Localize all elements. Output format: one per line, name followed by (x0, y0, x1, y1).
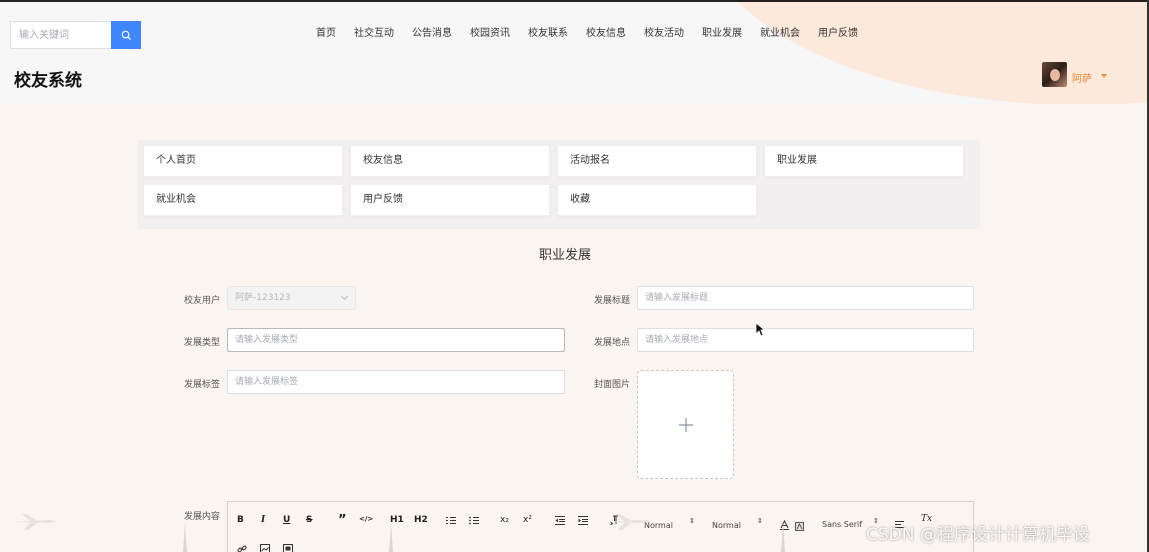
menu-item-profile-home[interactable]: 个人首页 (143, 145, 343, 177)
main-nav: 首页 社交互动 公告消息 校园资讯 校友联系 校友信息 校友活动 职业发展 就业… (316, 24, 876, 40)
header-select[interactable]: Normal (712, 521, 741, 530)
ordered-list-icon[interactable] (446, 516, 456, 525)
tag-input-placeholder: 请输入发展标签 (235, 377, 299, 387)
mouse-cursor-icon (755, 322, 765, 337)
chevron-down-icon[interactable] (1101, 74, 1107, 78)
content-label: 发展内容 (183, 512, 220, 522)
type-label: 发展类型 (183, 338, 220, 348)
title-input[interactable]: 请输入发展标题 (637, 286, 974, 310)
underline-button[interactable]: U (283, 515, 290, 525)
strike-button[interactable]: S (306, 515, 312, 525)
nav-item-career[interactable]: 职业发展 (702, 24, 742, 40)
indent-icon[interactable] (578, 516, 588, 525)
nav-item-feedback[interactable]: 用户反馈 (818, 24, 858, 40)
user-label: 校友用户 (183, 296, 220, 306)
font-size-arrows-icon[interactable]: ⇕ (689, 517, 695, 525)
subscript-button[interactable]: x₂ (500, 515, 509, 525)
top-header (0, 0, 1149, 104)
title-label: 发展标题 (593, 296, 630, 306)
header-arrows-icon[interactable]: ⇕ (757, 517, 763, 525)
italic-button[interactable]: I (261, 515, 265, 525)
superscript-button[interactable]: x² (523, 515, 532, 525)
background-color-icon[interactable] (795, 522, 804, 531)
nav-item-alumni-info[interactable]: 校友信息 (586, 24, 626, 40)
avatar[interactable] (1042, 62, 1067, 87)
user-select-value: 阿萨-123123 (235, 293, 291, 303)
menu-item-jobs[interactable]: 就业机会 (143, 184, 343, 216)
location-input[interactable]: 请输入发展地点 (637, 328, 974, 352)
menu-item-career[interactable]: 职业发展 (764, 145, 964, 177)
user-select: 阿萨-123123 (227, 286, 356, 310)
airplane-decoration-icon (606, 514, 650, 530)
menu-item-activity-signup[interactable]: 活动报名 (557, 145, 757, 177)
link-icon[interactable] (237, 544, 247, 552)
user-name[interactable]: 阿萨 (1072, 70, 1092, 85)
watermark: CSDN @程序设计计算机毕设 (866, 525, 1090, 545)
search-input[interactable] (10, 21, 112, 49)
tower-decoration-icon (781, 522, 785, 552)
blockquote-button[interactable]: ” (338, 513, 347, 528)
nav-item-notices[interactable]: 公告消息 (412, 24, 452, 40)
header-decoration (700, 0, 1149, 104)
user-menu-panel: 个人首页 校友信息 活动报名 职业发展 就业机会 用户反馈 收藏 (138, 140, 980, 229)
tag-input[interactable]: 请输入发展标签 (227, 370, 565, 394)
location-input-placeholder: 请输入发展地点 (645, 335, 709, 345)
tower-decoration-icon (183, 522, 187, 552)
page-title: 职业发展 (538, 248, 591, 263)
location-label: 发展地点 (593, 338, 630, 348)
image-icon[interactable] (260, 544, 270, 552)
type-input-placeholder: 请输入发展类型 (235, 335, 299, 345)
plus-icon (678, 417, 693, 432)
tag-label: 发展标签 (183, 380, 220, 390)
select-arrow-icon (340, 292, 349, 301)
site-title: 校友系统 (14, 71, 82, 91)
menu-item-alumni-info[interactable]: 校友信息 (350, 145, 550, 177)
search-button[interactable] (111, 21, 141, 49)
bullet-list-icon[interactable] (469, 516, 479, 525)
menu-item-feedback[interactable]: 用户反馈 (350, 184, 550, 216)
nav-item-jobs[interactable]: 就业机会 (760, 24, 800, 40)
title-input-placeholder: 请输入发展标题 (645, 293, 709, 303)
code-block-button[interactable]: </> (359, 515, 373, 523)
airplane-decoration-icon (12, 514, 56, 530)
nav-item-social[interactable]: 社交互动 (354, 24, 394, 40)
top-border (0, 0, 1149, 2)
cover-upload[interactable] (637, 370, 734, 479)
bold-button[interactable]: B (237, 515, 244, 525)
rich-text-editor[interactable]: B I U S ” </> H1 H2 x₂ x² Normal ⇕ Norma… (227, 501, 974, 552)
cover-label: 封面图片 (593, 380, 630, 390)
nav-item-home[interactable]: 首页 (316, 24, 336, 40)
video-icon[interactable] (283, 544, 293, 552)
outdent-icon[interactable] (555, 516, 565, 525)
search-icon (121, 30, 131, 40)
tower-decoration-icon (389, 522, 393, 552)
nav-item-alumni-activity[interactable]: 校友活动 (644, 24, 684, 40)
menu-item-favorites[interactable]: 收藏 (557, 184, 757, 216)
nav-item-alumni-contact[interactable]: 校友联系 (528, 24, 568, 40)
font-family-select[interactable]: Sans Serif (822, 520, 862, 529)
nav-item-campus-news[interactable]: 校园资讯 (470, 24, 510, 40)
h2-button[interactable]: H2 (414, 515, 428, 525)
type-input[interactable]: 请输入发展类型 (227, 328, 565, 352)
